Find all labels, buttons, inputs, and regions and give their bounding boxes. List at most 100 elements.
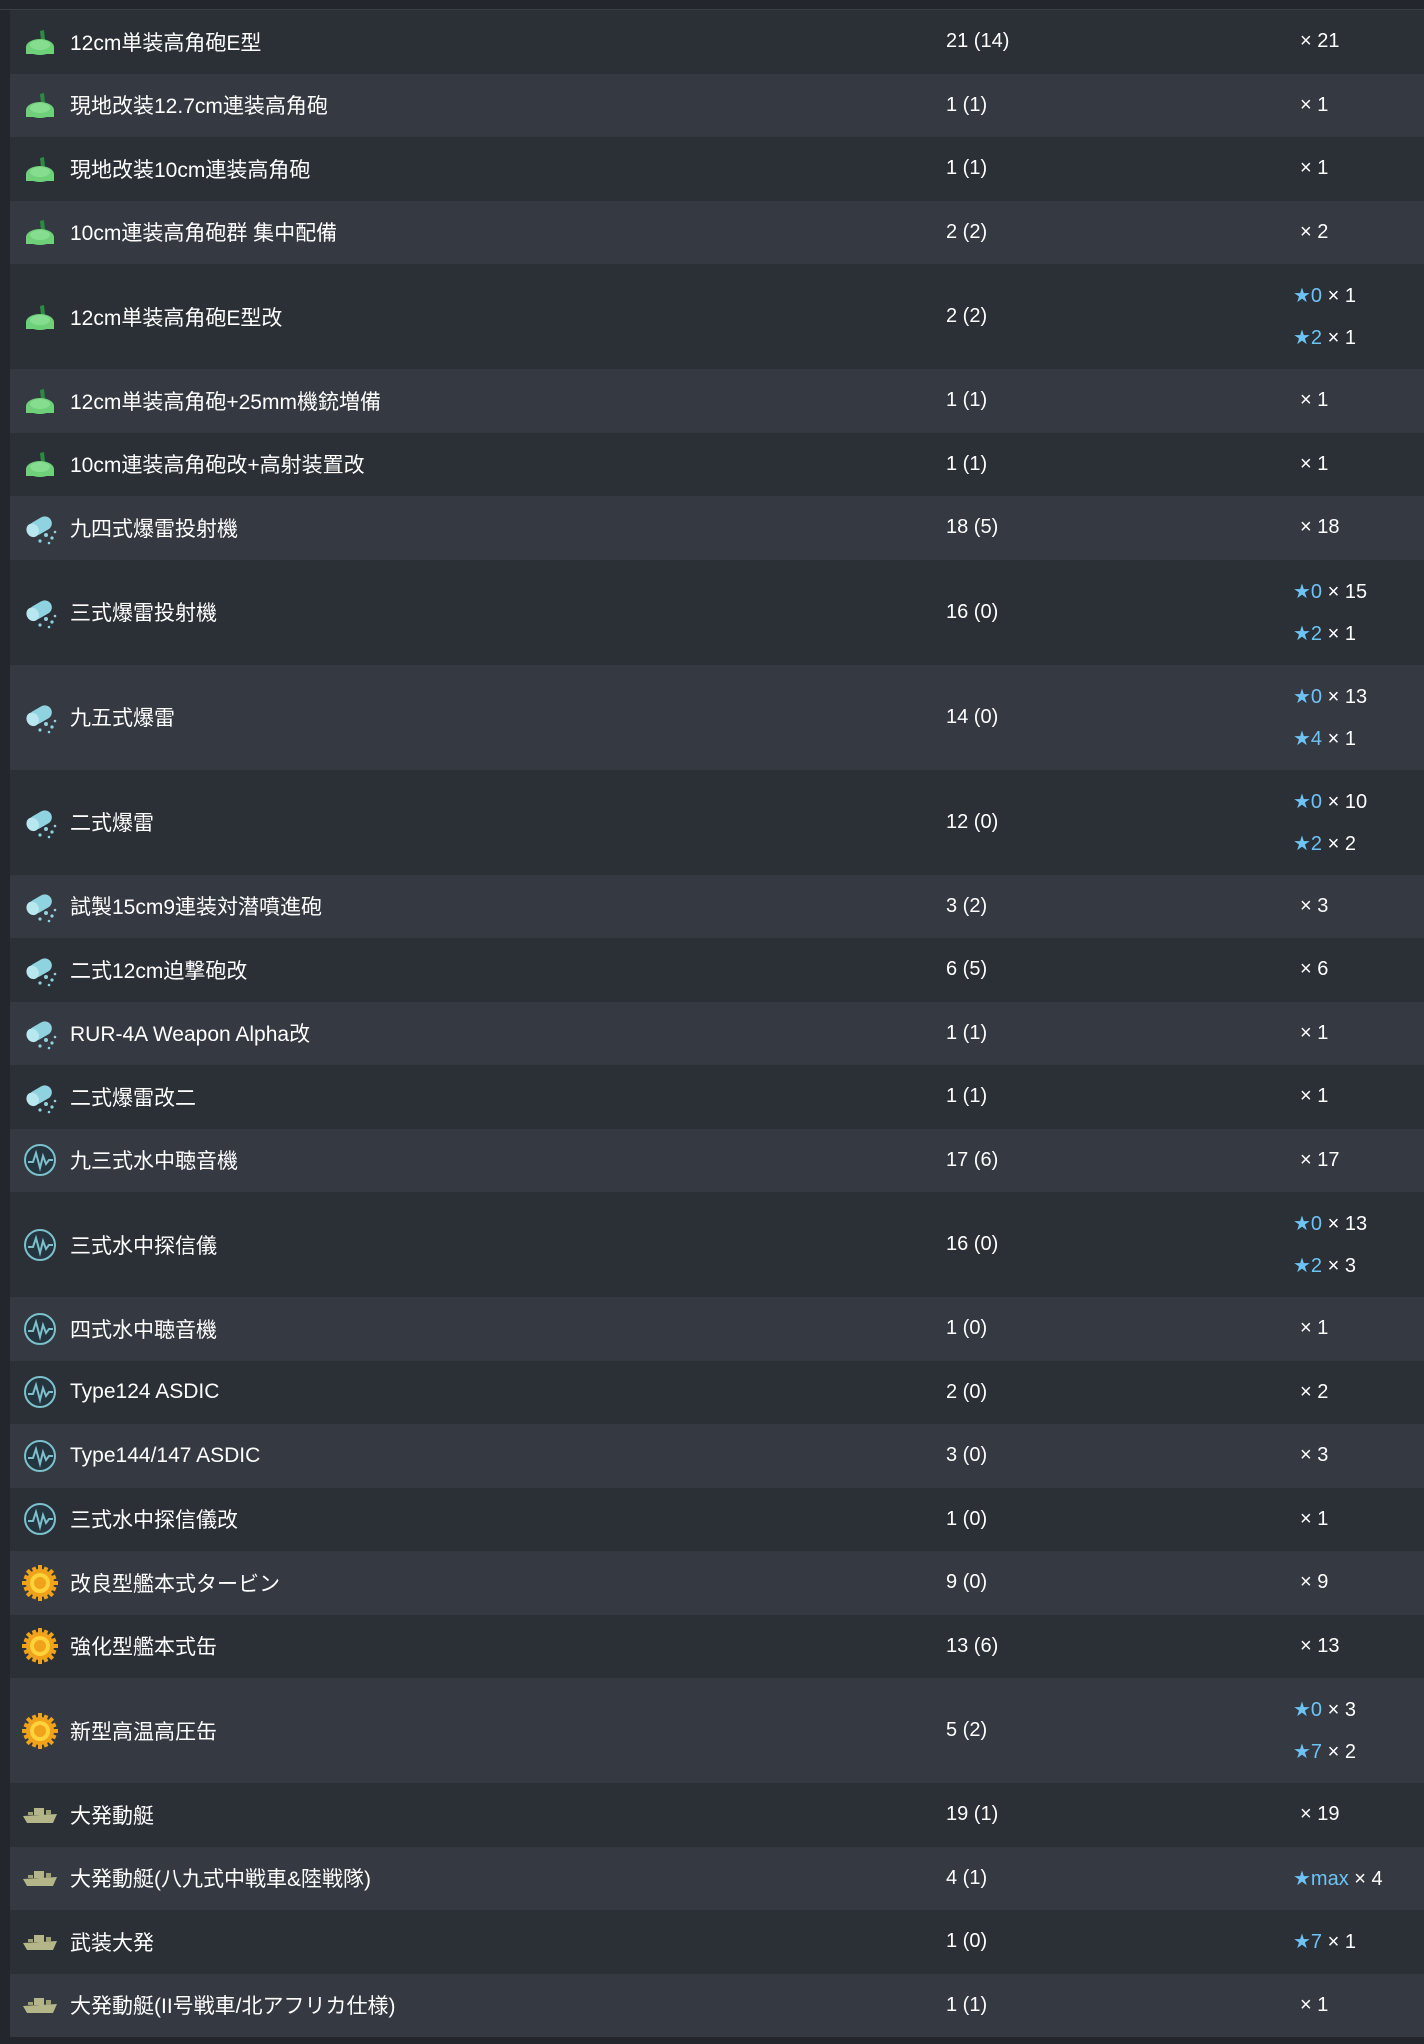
engine-gear-icon <box>10 1627 70 1665</box>
table-row: 九五式爆雷 14 (0) ★0 × 13 ★4 × 1 <box>10 664 1424 770</box>
improvement-line: ★0 × 13 <box>1293 1211 1367 1236</box>
star-quantity: × 1 <box>1327 622 1356 645</box>
engine-gear-icon <box>10 1564 70 1602</box>
improvement-breakdown: ★max × 4 <box>1293 1866 1383 1891</box>
improvement-line: ★max × 4 <box>1293 1866 1383 1891</box>
equipment-name: 九四式爆雷投射機 <box>70 517 238 541</box>
improvement-line: ★2 × 1 <box>1293 325 1356 350</box>
star-quantity: × 13 <box>1300 1634 1340 1657</box>
star-quantity: × 1 <box>1300 1993 1329 2016</box>
star-quantity: × 2 <box>1327 832 1356 855</box>
improvement-breakdown: × 1 <box>1300 157 1328 180</box>
table-row: 新型高温高圧缶 5 (2) ★0 × 3 ★7 × 2 <box>10 1678 1424 1783</box>
improvement-breakdown: × 1 <box>1300 94 1328 117</box>
improvement-line: × 1 <box>1300 94 1328 117</box>
improvement-line: × 1 <box>1300 1022 1328 1045</box>
star-level: ★4 <box>1293 727 1323 750</box>
star-quantity: × 1 <box>1300 157 1329 180</box>
equipment-name: 12cm単装高角砲E型 <box>70 31 262 55</box>
star-quantity: × 19 <box>1300 1803 1340 1826</box>
star-level: ★2 <box>1293 622 1323 645</box>
improvement-breakdown: ★0 × 15 ★2 × 1 <box>1293 579 1367 646</box>
star-quantity: × 1 <box>1300 93 1329 116</box>
improvement-breakdown: × 17 <box>1300 1149 1339 1172</box>
equipment-count: 9 (0) <box>946 1571 988 1594</box>
star-quantity: × 13 <box>1327 685 1368 708</box>
star-level: ★0 <box>1293 685 1323 708</box>
green-aa-gun-icon <box>10 303 70 331</box>
depth-charge-icon <box>10 953 70 987</box>
equipment-count: 1 (1) <box>946 1021 988 1044</box>
equipment-count: 2 (2) <box>946 305 988 327</box>
equipment-list: 12cm単装高角砲E型 21 (14) × 21 現地改装12.7cm連装高角砲 1 … <box>10 10 1424 2037</box>
table-row: 10cm連装高角砲改+高射装置改 1 (1) × 1 <box>10 432 1424 496</box>
improvement-breakdown: × 6 <box>1300 958 1328 981</box>
improvement-line: ★0 × 13 <box>1293 684 1367 709</box>
star-quantity: × 3 <box>1327 1255 1356 1277</box>
star-quantity: × 2 <box>1327 1741 1356 1763</box>
star-quantity: × 1 <box>1327 727 1356 750</box>
landing-craft-icon <box>10 1994 70 2016</box>
improvement-line: ★0 × 10 <box>1293 789 1367 814</box>
improvement-breakdown: × 1 <box>1300 1317 1328 1340</box>
green-aa-gun-icon <box>10 28 70 56</box>
green-aa-gun-icon <box>10 155 70 183</box>
green-aa-gun-icon <box>10 450 70 478</box>
equipment-count: 2 (0) <box>946 1380 988 1403</box>
table-row: 強化型艦本式缶 13 (6) × 13 <box>10 1614 1424 1678</box>
table-row: 四式水中聴音機 1 (0) × 1 <box>10 1297 1424 1361</box>
star-quantity: × 1 <box>1327 1931 1356 1954</box>
equipment-name: 新型高温高圧缶 <box>70 1720 217 1744</box>
improvement-line: × 1 <box>1300 1085 1328 1108</box>
equipment-count: 19 (1) <box>946 1803 999 1826</box>
depth-charge-icon <box>10 511 70 545</box>
equipment-count: 3 (0) <box>946 1444 988 1467</box>
equipment-name: 三式水中探信儀 <box>70 1234 217 1258</box>
sonar-icon <box>10 1502 70 1536</box>
improvement-breakdown: ★0 × 1 ★2 × 1 <box>1293 283 1356 350</box>
star-quantity: × 1 <box>1300 452 1329 475</box>
equipment-name: 二式爆雷 <box>70 812 154 835</box>
star-quantity: × 15 <box>1327 580 1368 603</box>
equipment-count: 4 (1) <box>946 1866 988 1889</box>
equipment-name: 改良型艦本式タービン <box>70 1572 280 1596</box>
equipment-name: 三式爆雷投射機 <box>70 602 217 625</box>
table-row: 二式爆雷 12 (0) ★0 × 10 ★2 × 2 <box>10 769 1424 875</box>
equipment-count: 1 (1) <box>946 157 988 180</box>
equipment-count: 1 (0) <box>946 1507 988 1530</box>
improvement-line: × 19 <box>1300 1803 1339 1826</box>
improvement-breakdown: ★0 × 10 ★2 × 2 <box>1293 789 1367 856</box>
star-quantity: × 1 <box>1300 389 1329 412</box>
table-row: 試製15cm9連装対潜噴進砲 3 (2) × 3 <box>10 874 1424 938</box>
improvement-line: ★2 × 1 <box>1293 621 1367 646</box>
star-quantity: × 13 <box>1327 1213 1368 1235</box>
equipment-name: 武装大発 <box>70 1931 154 1955</box>
equipment-name: 現地改装10cm連装高角砲 <box>70 158 311 182</box>
green-aa-gun-icon <box>10 218 70 246</box>
equipment-name: 現地改装12.7cm連装高角砲 <box>70 95 328 119</box>
improvement-breakdown: × 19 <box>1300 1803 1339 1826</box>
star-level: ★0 <box>1293 790 1323 813</box>
equipment-count: 1 (1) <box>946 1993 988 2016</box>
green-aa-gun-icon <box>10 91 70 119</box>
table-row: 12cm単装高角砲E型 21 (14) × 21 <box>10 10 1424 74</box>
improvement-line: × 1 <box>1300 1317 1328 1340</box>
improvement-breakdown: × 1 <box>1300 1508 1328 1531</box>
improvement-line: ★2 × 3 <box>1293 1253 1367 1278</box>
equipment-name: Type124 ASDIC <box>70 1380 220 1404</box>
improvement-breakdown: ★0 × 13 ★2 × 3 <box>1293 1211 1367 1278</box>
equipment-name: 大発動艇 <box>70 1804 154 1828</box>
equipment-name: 大発動艇(八九式中戦車&陸戦隊) <box>70 1868 371 1892</box>
equipment-count: 1 (1) <box>946 389 988 412</box>
improvement-line: × 17 <box>1300 1149 1339 1172</box>
star-level: ★2 <box>1293 1255 1323 1277</box>
depth-charge-icon <box>10 1080 70 1114</box>
table-row: 10cm連装高角砲群 集中配備 2 (2) × 2 <box>10 200 1424 264</box>
improvement-breakdown: ★0 × 3 ★7 × 2 <box>1293 1697 1356 1764</box>
star-level: ★7 <box>1293 1931 1323 1954</box>
equipment-count: 1 (1) <box>946 452 988 475</box>
engine-gear-icon <box>10 1712 70 1750</box>
table-row: 12cm単装高角砲+25mm機銃増備 1 (1) × 1 <box>10 369 1424 433</box>
equipment-count: 12 (0) <box>946 810 999 833</box>
star-quantity: × 4 <box>1354 1867 1383 1890</box>
